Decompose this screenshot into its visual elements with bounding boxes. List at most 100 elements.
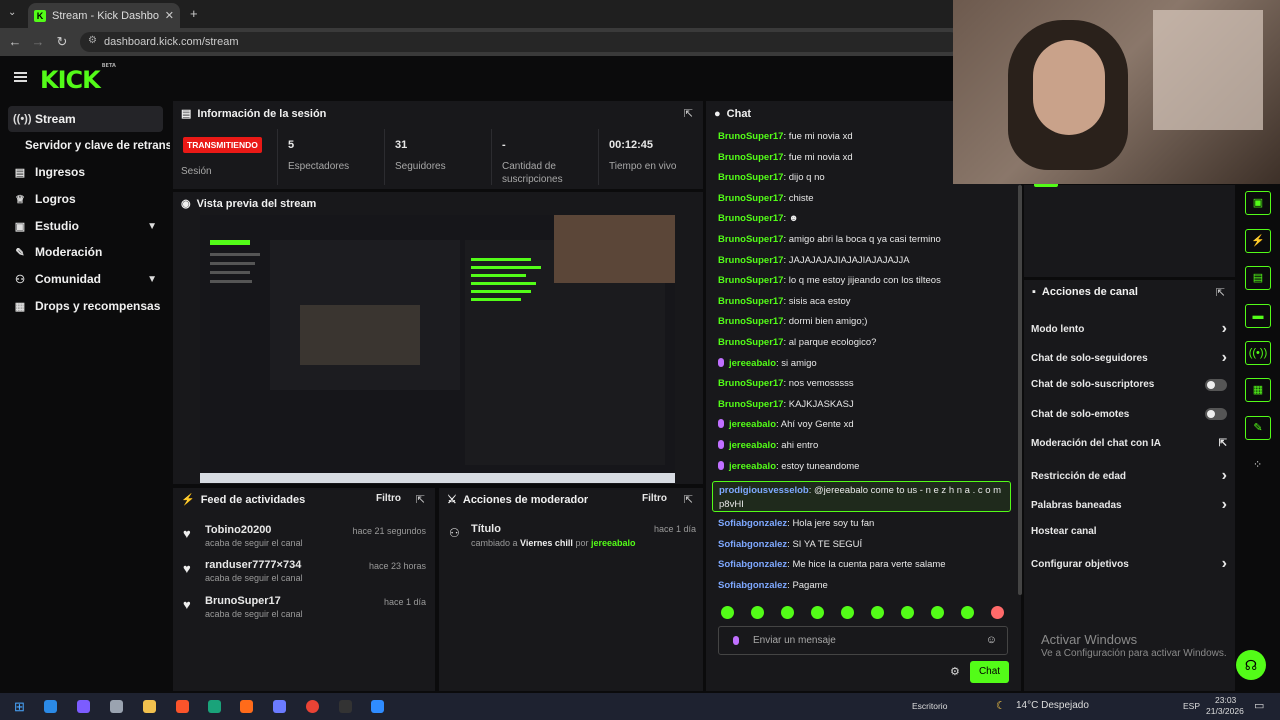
chat-username[interactable]: prodigiousvesselob (719, 485, 809, 496)
sidebar-item-stream[interactable]: ((•)) Stream (8, 106, 163, 132)
channel-action-row[interactable]: Moderación del chat con IA ⇱ (1031, 438, 1227, 449)
taskbar-time[interactable]: 23:03 (1215, 695, 1236, 705)
chat-username[interactable]: BrunoSuper17 (718, 213, 783, 224)
chat-username[interactable]: Sofiabgonzalez (718, 539, 787, 550)
taskbar-app-icon[interactable] (110, 700, 123, 713)
taskbar-app-icon[interactable] (208, 700, 221, 713)
taskbar-chrome-icon[interactable] (306, 700, 319, 713)
sidebar-item-logros[interactable]: ♕ Logros (8, 186, 163, 212)
channel-action-row[interactable]: Restricción de edad › (1031, 467, 1227, 485)
feed-item-name[interactable]: BrunoSuper17 (205, 595, 281, 607)
taskbar-app-icon[interactable] (77, 700, 90, 713)
screen-icon[interactable]: ▣ (1245, 191, 1271, 215)
add-widget-icon[interactable]: ⁘ (1253, 458, 1262, 471)
emote-icon[interactable] (841, 606, 854, 619)
chat-username[interactable]: BrunoSuper17 (718, 131, 783, 142)
mod-filter-button[interactable]: Filtro (642, 493, 667, 504)
chat-username[interactable]: BrunoSuper17 (718, 316, 783, 327)
windows-start-icon[interactable]: ⊞ (14, 699, 25, 715)
chat-username[interactable]: BrunoSuper17 (718, 234, 783, 245)
emote-icon[interactable] (751, 606, 764, 619)
chat-username[interactable]: BrunoSuper17 (718, 275, 783, 286)
feed-item-name[interactable]: randuser7777×734 (205, 559, 301, 571)
sidebar-item-server-key[interactable]: Servidor y clave de retransm (20, 133, 170, 159)
taskbar-desktop-label[interactable]: Escritorio (912, 701, 947, 711)
chat-username[interactable]: Sofiabgonzalez (718, 580, 787, 591)
chat-username[interactable]: BrunoSuper17 (718, 193, 783, 204)
emote-icon[interactable] (871, 606, 884, 619)
toggle-switch[interactable] (1205, 408, 1227, 421)
browser-tab[interactable]: K Stream - Kick Dashboard ✕ (28, 3, 180, 28)
site-info-icon[interactable]: ⚙ (88, 35, 97, 46)
channel-action-row[interactable]: Chat de solo-suscriptores (1031, 378, 1227, 391)
taskbar-weather[interactable]: 14°C Despejado (1016, 700, 1089, 711)
close-tab-icon[interactable]: ✕ (165, 9, 174, 22)
channel-action-row[interactable]: Chat de solo-emotes (1031, 408, 1227, 421)
channel-action-row[interactable]: Modo lento › (1031, 320, 1227, 338)
taskbar-folder-icon[interactable] (143, 700, 156, 713)
emote-icon[interactable] (811, 606, 824, 619)
popout-icon[interactable]: ⇱ (416, 493, 425, 506)
wrench-icon[interactable]: ✎ (1245, 416, 1271, 440)
broadcast-icon[interactable]: ((•)) (1245, 341, 1271, 365)
back-icon[interactable]: ← (3, 34, 27, 49)
notification-icon[interactable]: ▭ (1254, 699, 1264, 712)
taskbar-app-icon[interactable] (240, 700, 253, 713)
chat-username[interactable]: Sofiabgonzalez (718, 518, 787, 529)
chat-username[interactable]: Sofiabgonzalez (718, 559, 787, 570)
emote-icon[interactable] (781, 606, 794, 619)
emote-icon[interactable] (721, 606, 734, 619)
forward-icon[interactable]: → (26, 34, 50, 49)
emote-icon[interactable] (901, 606, 914, 619)
sidebar-item-drops[interactable]: ▦ Drops y recompensas (8, 293, 163, 319)
new-tab-icon[interactable]: + (190, 6, 198, 21)
user-card-icon[interactable]: ▦ (1245, 378, 1271, 402)
emote-icon[interactable] (961, 606, 974, 619)
document-icon[interactable]: ▤ (1245, 266, 1271, 290)
support-chat-icon[interactable]: ☊ (1236, 650, 1266, 680)
popout-icon[interactable]: ⇱ (1216, 286, 1225, 299)
chat-input[interactable]: Enviar un mensaje ☺ (718, 626, 1008, 655)
bolt-icon[interactable]: ⚡ (1245, 229, 1271, 253)
feed-filter-button[interactable]: Filtro (376, 493, 401, 504)
taskbar-app-icon[interactable] (44, 700, 57, 713)
emoji-picker-icon[interactable]: ☺ (986, 634, 997, 646)
chat-username[interactable]: BrunoSuper17 (718, 378, 783, 389)
chat-username[interactable]: BrunoSuper17 (718, 337, 783, 348)
channel-action-row[interactable]: Palabras baneadas › (1031, 496, 1227, 514)
taskbar-app-icon[interactable] (371, 700, 384, 713)
chat-username[interactable]: BrunoSuper17 (718, 296, 783, 307)
chat-username[interactable]: BrunoSuper17 (718, 255, 783, 266)
emote-icon[interactable] (991, 606, 1004, 619)
address-bar[interactable]: ⚙ dashboard.kick.com/stream (80, 32, 960, 52)
sidebar-item-ingresos[interactable]: ▤ Ingresos (8, 159, 163, 185)
toggle-switch[interactable] (1205, 378, 1227, 391)
popout-icon[interactable]: ⇱ (684, 493, 693, 506)
stream-preview-video[interactable] (200, 215, 675, 483)
kick-logo[interactable]: KICK BETA (40, 63, 116, 94)
reload-icon[interactable]: ↻ (50, 34, 74, 50)
sidebar-item-moderacion[interactable]: ✎ Moderación (8, 239, 163, 265)
sidebar-item-estudio[interactable]: ▣ Estudio ▼ (8, 213, 163, 239)
channel-action-row[interactable]: Hostear canal (1031, 526, 1227, 537)
mod-item-user[interactable]: jereeabalo (591, 538, 636, 548)
chat-username[interactable]: BrunoSuper17 (718, 152, 783, 163)
taskbar-app-icon[interactable] (339, 700, 352, 713)
chat-username[interactable]: jereeabalo (729, 419, 776, 430)
feed-item-name[interactable]: Tobino20200 (205, 524, 271, 536)
chat-username[interactable]: jereeabalo (729, 461, 776, 472)
chat-send-button[interactable]: Chat (970, 661, 1009, 683)
taskbar-brave-icon[interactable] (176, 700, 189, 713)
popout-icon[interactable]: ⇱ (684, 107, 693, 120)
channel-action-row[interactable]: Configurar objetivos › (1031, 555, 1227, 573)
tab-list-icon[interactable]: ⌄ (8, 7, 16, 18)
chat-username[interactable]: BrunoSuper17 (718, 399, 783, 410)
chat-username[interactable]: jereeabalo (729, 358, 776, 369)
chat-username[interactable]: jereeabalo (729, 440, 776, 451)
chat-bubble-icon[interactable]: ▬ (1245, 304, 1271, 328)
emote-icon[interactable] (931, 606, 944, 619)
chat-scrollbar[interactable] (1018, 185, 1022, 595)
chat-username[interactable]: BrunoSuper17 (718, 172, 783, 183)
chat-settings-icon[interactable]: ⚙ (950, 665, 960, 678)
taskbar-app-icon[interactable] (273, 700, 286, 713)
